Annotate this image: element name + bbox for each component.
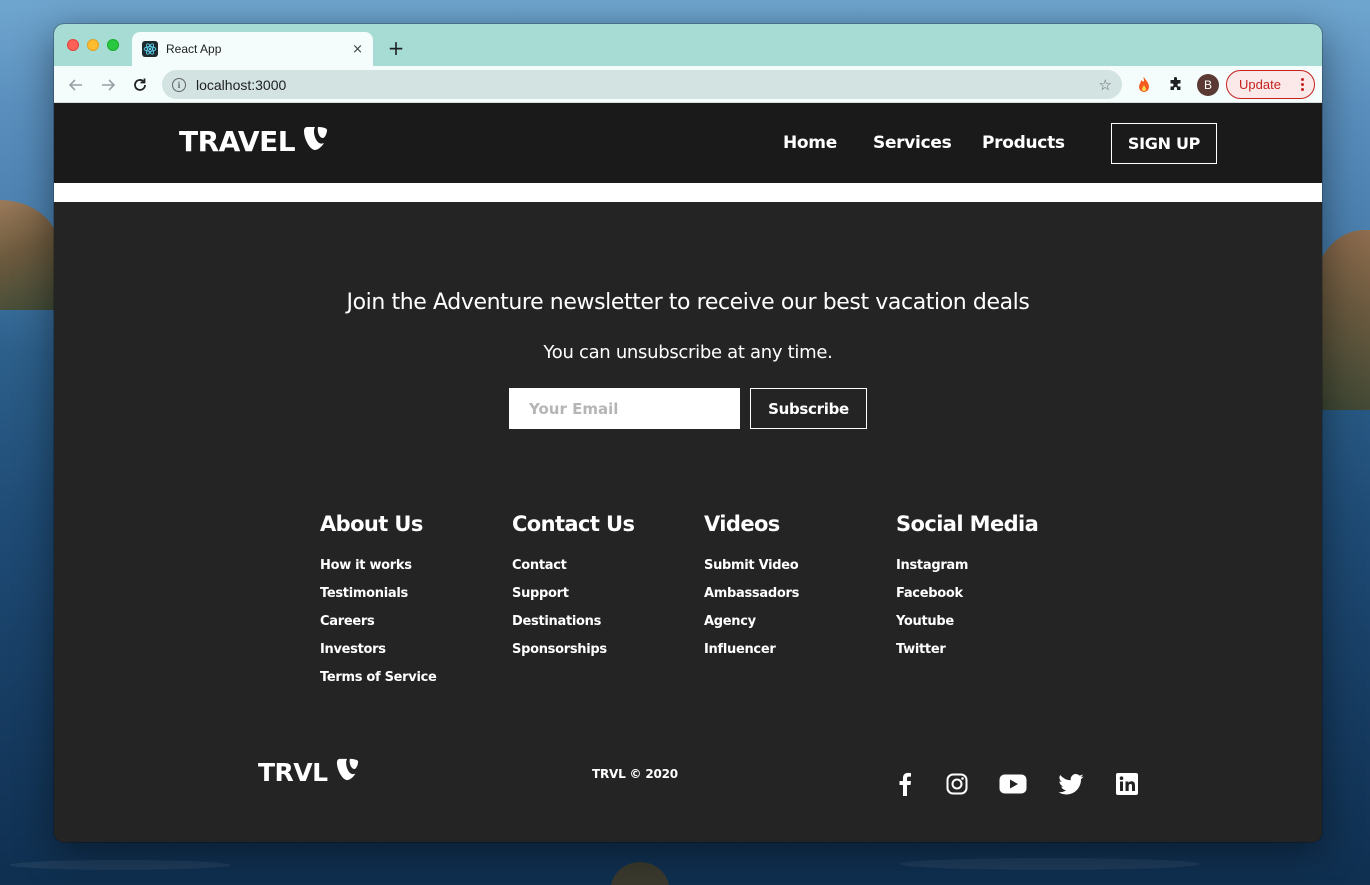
typo3-logo-icon bbox=[303, 125, 329, 158]
typo3-logo-icon bbox=[336, 757, 360, 787]
youtube-icon[interactable] bbox=[998, 769, 1028, 799]
footer-column-title: Contact Us bbox=[512, 512, 635, 536]
site-footer: Join the Adventure newsletter to receive… bbox=[54, 202, 1322, 842]
footer-link[interactable]: Agency bbox=[704, 608, 884, 636]
footer-link[interactable]: Sponsorships bbox=[512, 636, 692, 664]
footer-column-title: Videos bbox=[704, 512, 780, 536]
browser-window: React App × + i localhost:3000 ☆ B Updat… bbox=[54, 24, 1322, 842]
browser-toolbar: i localhost:3000 ☆ B Update bbox=[54, 66, 1322, 103]
twitter-icon[interactable] bbox=[1056, 769, 1086, 799]
wallpaper-wave bbox=[900, 858, 1200, 870]
arrow-left-icon bbox=[68, 79, 82, 91]
newsletter-subtext: You can unsubscribe at any time. bbox=[543, 342, 833, 363]
footer-link[interactable]: Contact bbox=[512, 552, 692, 580]
email-input[interactable] bbox=[509, 388, 740, 429]
close-window-button[interactable] bbox=[67, 39, 79, 51]
footer-link[interactable]: Youtube bbox=[896, 608, 1076, 636]
footer-column-about: About Us How it works Testimonials Caree… bbox=[320, 512, 500, 692]
footer-column-title: About Us bbox=[320, 512, 423, 536]
footer-link[interactable]: How it works bbox=[320, 552, 500, 580]
wallpaper-cliff-right bbox=[1314, 230, 1370, 410]
reload-icon bbox=[134, 78, 146, 91]
footer-column-contact: Contact Us Contact Support Destinations … bbox=[512, 512, 692, 664]
more-vert-icon bbox=[1301, 78, 1304, 91]
footer-link[interactable]: Instagram bbox=[896, 552, 1076, 580]
hero-section-edge bbox=[54, 183, 1322, 202]
newsletter-heading: Join the Adventure newsletter to receive… bbox=[346, 290, 1030, 315]
react-icon bbox=[142, 41, 158, 57]
footer-link[interactable]: Support bbox=[512, 580, 692, 608]
site-navbar: TRAVEL Home Services Products SIGN UP bbox=[54, 103, 1322, 183]
bookmark-star-icon[interactable]: ☆ bbox=[1099, 76, 1112, 94]
linkedin-icon[interactable] bbox=[1112, 769, 1142, 799]
footer-link[interactable]: Twitter bbox=[896, 636, 1076, 664]
copyright-text: TRVL © 2020 bbox=[592, 767, 678, 781]
footer-link[interactable]: Influencer bbox=[704, 636, 884, 664]
arrow-right-icon bbox=[102, 79, 116, 91]
address-bar-url[interactable]: localhost:3000 bbox=[196, 77, 1099, 93]
hotjar-extension-icon[interactable] bbox=[1133, 74, 1155, 96]
update-button[interactable]: Update bbox=[1226, 70, 1315, 99]
footer-column-social: Social Media Instagram Facebook Youtube … bbox=[896, 512, 1076, 664]
footer-link[interactable]: Careers bbox=[320, 608, 500, 636]
forward-button[interactable] bbox=[96, 73, 120, 97]
browser-tabbar: React App × + bbox=[54, 24, 1322, 66]
wallpaper-cliff-left bbox=[0, 200, 60, 310]
subscribe-button[interactable]: Subscribe bbox=[750, 388, 867, 429]
reload-button[interactable] bbox=[128, 73, 152, 97]
tab-title: React App bbox=[166, 42, 222, 56]
site-info-icon[interactable]: i bbox=[172, 77, 186, 92]
profile-avatar[interactable]: B bbox=[1197, 74, 1219, 96]
nav-link-products[interactable]: Products bbox=[982, 133, 1065, 153]
footer-logo[interactable]: TRVL bbox=[258, 757, 360, 787]
maximize-window-button[interactable] bbox=[107, 39, 119, 51]
footer-link[interactable]: Terms of Service bbox=[320, 664, 500, 692]
back-button[interactable] bbox=[64, 73, 88, 97]
footer-link[interactable]: Testimonials bbox=[320, 580, 500, 608]
nav-link-services[interactable]: Services bbox=[873, 133, 952, 153]
footer-column-title: Social Media bbox=[896, 512, 1039, 536]
update-button-label: Update bbox=[1239, 77, 1281, 92]
new-tab-button[interactable]: + bbox=[384, 36, 408, 60]
navbar-logo[interactable]: TRAVEL bbox=[179, 125, 329, 158]
navbar-logo-text: TRAVEL bbox=[179, 125, 296, 158]
facebook-icon[interactable] bbox=[890, 769, 920, 799]
wallpaper-rock bbox=[610, 862, 670, 885]
browser-tab[interactable]: React App × bbox=[132, 32, 373, 66]
page-viewport: TRAVEL Home Services Products SIGN UP Jo… bbox=[54, 103, 1322, 842]
address-bar[interactable]: i localhost:3000 ☆ bbox=[162, 70, 1122, 99]
footer-link[interactable]: Investors bbox=[320, 636, 500, 664]
minimize-window-button[interactable] bbox=[87, 39, 99, 51]
nav-link-home[interactable]: Home bbox=[783, 133, 837, 153]
sign-up-button[interactable]: SIGN UP bbox=[1111, 123, 1217, 164]
instagram-icon[interactable] bbox=[942, 769, 972, 799]
extensions-puzzle-icon[interactable] bbox=[1165, 74, 1187, 96]
wallpaper-wave bbox=[10, 860, 230, 870]
footer-link[interactable]: Submit Video bbox=[704, 552, 884, 580]
footer-link[interactable]: Facebook bbox=[896, 580, 1076, 608]
tab-close-icon[interactable]: × bbox=[352, 42, 363, 57]
footer-link[interactable]: Ambassadors bbox=[704, 580, 884, 608]
footer-link[interactable]: Destinations bbox=[512, 608, 692, 636]
footer-column-videos: Videos Submit Video Ambassadors Agency I… bbox=[704, 512, 884, 664]
footer-logo-text: TRVL bbox=[258, 757, 328, 787]
